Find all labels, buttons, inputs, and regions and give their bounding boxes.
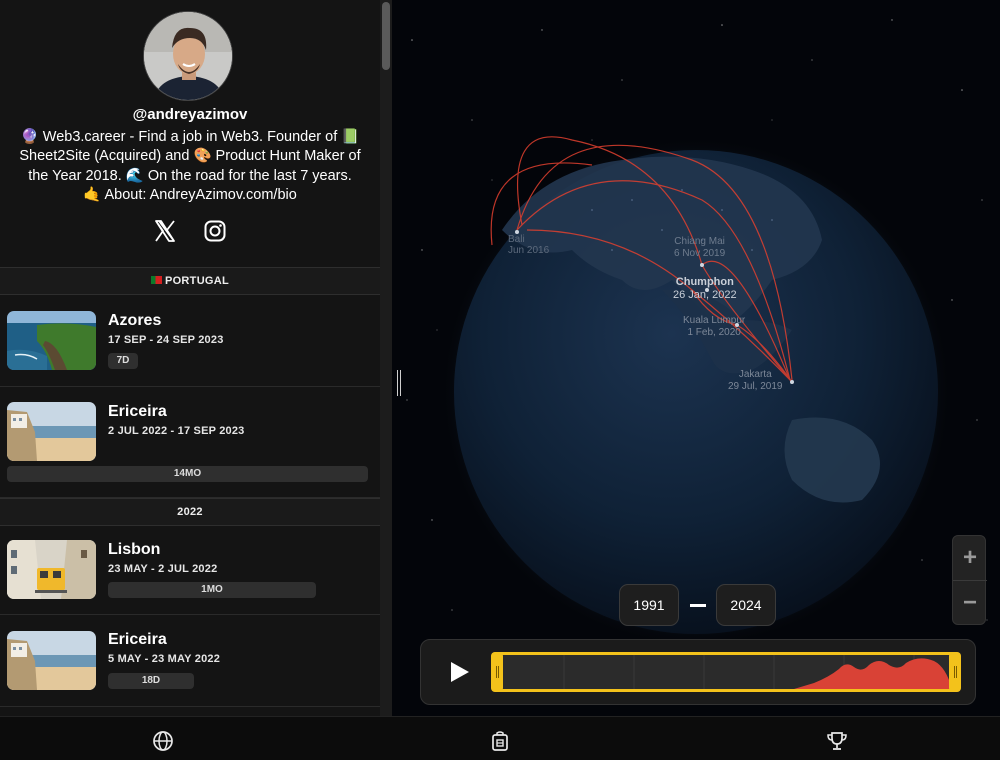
trip-dates: 5 MAY - 23 MAY 2022 [108, 653, 221, 665]
bottom-tab-bar [0, 716, 1000, 760]
trip-item-ericeira[interactable]: Ericeira 2 JUL 2022 - 17 SEP 2023 14MO [0, 387, 380, 498]
range-end-handle[interactable] [949, 652, 961, 692]
map-label-place: Bali [508, 234, 525, 245]
map-label-date: 26 Jan, 2022 [673, 289, 737, 301]
trip-dates: 17 SEP - 24 SEP 2023 [108, 334, 224, 346]
timeline-range[interactable] [491, 652, 961, 692]
play-icon [451, 662, 469, 682]
year-range-dash [690, 604, 706, 607]
profile-card: @andreyazimov 🔮 Web3.career - Find a job… [0, 0, 380, 267]
duration-badge: 18D [108, 673, 194, 689]
duration-badge: 1MO [108, 582, 316, 598]
map-label-jakarta: Jakarta 29 Jul, 2019 [728, 369, 783, 393]
trip-name: Lisbon [108, 541, 161, 558]
map-label-bali: Bali Jun 2016 [508, 234, 549, 256]
map-label-date: Jun 2016 [508, 245, 550, 256]
username: @andreyazimov [132, 106, 248, 123]
globe-map[interactable]: Bali Jun 2016 Chiang Mai 6 Nov 2019 Chum… [392, 0, 1000, 716]
map-label-place: Chiang Mai [674, 236, 725, 247]
bio: 🔮 Web3.career - Find a job in Web3. Foun… [19, 129, 361, 203]
play-button[interactable] [447, 660, 473, 684]
map-label-place: Jakarta [738, 369, 772, 380]
panel-resize-handle[interactable] [397, 370, 401, 396]
trophy-icon[interactable] [826, 730, 848, 752]
trip-item-azores[interactable]: Azores 17 SEP - 24 SEP 2023 7D [0, 295, 380, 387]
trip-thumbnail [7, 540, 96, 599]
end-year-field[interactable]: 2024 [716, 584, 776, 626]
social-links [0, 218, 380, 244]
trip-thumbnail [7, 631, 96, 690]
sidebar-scrollbar[interactable] [380, 0, 392, 716]
portugal-flag-icon [150, 276, 162, 284]
duration-badge: 7D [108, 353, 138, 369]
trip-dates: 2 JUL 2022 - 17 SEP 2023 [108, 425, 245, 437]
section-label: PORTUGAL [164, 275, 230, 287]
map-label-chiang-mai: Chiang Mai 6 Nov 2019 [674, 236, 725, 260]
map-label-kuala-lumpur: Kuala Lumpur 1 Feb, 2020 [683, 315, 745, 339]
trip-name: Azores [108, 312, 162, 329]
map-label-date: 29 Jul, 2019 [728, 381, 783, 392]
zoom-controls: + − [952, 535, 987, 625]
x-icon[interactable] [152, 218, 178, 244]
instagram-icon[interactable] [202, 218, 228, 244]
globe-icon[interactable] [152, 730, 174, 752]
map-label-place: Kuala Lumpur [683, 315, 746, 326]
zoom-in-button[interactable]: + [953, 536, 987, 580]
avatar[interactable] [143, 11, 233, 101]
trip-item-ericeira-2[interactable]: Ericeira 5 MAY - 23 MAY 2022 18D [0, 615, 380, 707]
start-year-field[interactable]: 1991 [619, 584, 679, 626]
trip-name: Ericeira [108, 631, 167, 648]
section-header-portugal: PORTUGAL [0, 267, 380, 295]
trip-name: Ericeira [108, 403, 167, 420]
map-label-date: 6 Nov 2019 [674, 248, 726, 259]
trip-dates: 23 MAY - 2 JUL 2022 [108, 563, 218, 575]
passport-icon[interactable] [489, 730, 511, 752]
sidebar: @andreyazimov 🔮 Web3.career - Find a job… [0, 0, 392, 716]
map-label-chumphon: Chumphon 26 Jan, 2022 [673, 276, 737, 302]
duration-badge: 14MO [7, 466, 368, 482]
map-label-place: Chumphon [675, 276, 734, 288]
range-start-handle[interactable] [491, 652, 503, 692]
zoom-out-button[interactable]: − [953, 581, 987, 625]
scrollbar-thumb[interactable] [382, 2, 390, 70]
section-label: 2022 [177, 506, 203, 518]
trip-item-lisbon[interactable]: Lisbon 23 MAY - 2 JUL 2022 1MO [0, 526, 380, 615]
trip-thumbnail [7, 311, 96, 370]
section-header-2022: 2022 [0, 498, 380, 526]
map-label-date: 1 Feb, 2020 [687, 327, 741, 338]
trip-thumbnail [7, 402, 96, 461]
